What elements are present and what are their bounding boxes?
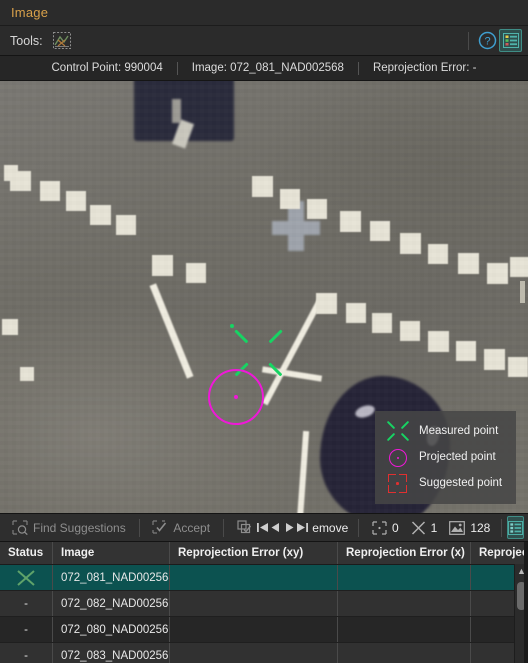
tools-label: Tools: [10, 33, 43, 48]
table-row[interactable]: 072_081_NAD002568 [0, 565, 528, 591]
column-header-status[interactable]: Status [0, 542, 53, 564]
cell-xy [170, 591, 338, 616]
help-question-icon[interactable]: ? [476, 29, 499, 52]
column-header-reprojection-error-xy[interactable]: Reprojection Error (xy) [170, 542, 338, 564]
projected-point-icon [383, 445, 413, 469]
legend-item-suggested: Suggested point [383, 470, 508, 496]
cell-x [338, 565, 471, 590]
cell-image: 072_083_NAD002566 [53, 643, 170, 663]
projected-point-center [234, 395, 238, 399]
column-header-reprojection-error-x[interactable]: Reprojection Error (x) [338, 542, 471, 564]
table-row[interactable]: - 072_080_NAD002569 [0, 617, 528, 643]
suggested-point-icon [383, 471, 413, 495]
find-suggestions-label: Find Suggestions [33, 520, 126, 535]
bottombar-divider-3 [358, 518, 359, 537]
go-to-first-button[interactable] [256, 518, 269, 538]
suggested-count-value: 0 [391, 520, 399, 535]
legend-label-measured: Measured point [419, 425, 499, 437]
go-to-last-button[interactable] [296, 518, 309, 538]
legend-item-measured: Measured point [383, 418, 508, 444]
panel-right-edge [524, 542, 528, 663]
cell-status: - [0, 617, 53, 642]
cell-image: 072_081_NAD002568 [53, 565, 170, 590]
bottombar-divider-2 [223, 518, 224, 537]
cell-status: - [0, 591, 53, 616]
cell-image: 072_080_NAD002569 [53, 617, 170, 642]
svg-text:?: ? [484, 36, 490, 48]
cell-status: - [0, 643, 53, 663]
page-title: Image [11, 5, 49, 20]
cell-image: 072_082_NAD002567 [53, 591, 170, 616]
legend-item-projected: Projected point [383, 444, 508, 470]
table-header-row: Status Image Reprojection Error (xy) Rep… [0, 542, 528, 565]
suggested-count-icon [372, 520, 387, 535]
image-measurements-table: Status Image Reprojection Error (xy) Rep… [0, 542, 528, 663]
image-count-value: 128 [470, 520, 491, 535]
cell-xy [170, 643, 338, 663]
panel-title-bar: Image [0, 0, 528, 26]
legend-label-projected: Projected point [419, 451, 496, 463]
projected-point-marker[interactable] [208, 369, 264, 425]
tools-toolbar: Tools: ? [0, 26, 528, 56]
remove-icon [237, 519, 251, 533]
image-viewport[interactable]: Measured point Projected point Suggested… [0, 81, 528, 514]
bottombar-divider-1 [138, 518, 140, 537]
point-legend: Measured point Projected point Suggested… [375, 411, 516, 504]
reprojection-error-info: Reprojection Error: - [372, 62, 477, 74]
measured-point-icon [383, 419, 413, 443]
cell-status [0, 565, 53, 590]
cell-x [338, 617, 471, 642]
point-info-bar: Control Point: 990004 Image: 072_081_NAD… [0, 56, 528, 81]
measured-count-icon [411, 520, 425, 535]
cell-x [338, 591, 471, 616]
viewport-scroll-indicator[interactable] [520, 281, 525, 303]
image-panel: Image Tools: ? Control Point: 990004 Ima… [0, 0, 528, 663]
table-row[interactable]: - 072_082_NAD002567 [0, 591, 528, 617]
cell-xy [170, 565, 338, 590]
measured-x-icon [17, 569, 35, 586]
measure-point-tool-icon[interactable] [50, 30, 74, 52]
accept-label: Accept [173, 520, 211, 535]
remove-button[interactable] [231, 517, 256, 539]
measured-point-center [230, 324, 234, 328]
measured-count: 1 [405, 521, 444, 535]
image-count: 128 [443, 521, 496, 535]
control-point-info: Control Point: 990004 [51, 62, 163, 74]
find-suggestions-icon [12, 520, 28, 535]
list-view-icon[interactable] [499, 29, 522, 52]
bottombar-divider-4 [501, 518, 502, 537]
toolbar-divider [468, 31, 469, 50]
cell-xy [170, 617, 338, 642]
remove-label: emove [312, 520, 349, 535]
image-count-icon [449, 520, 466, 535]
find-suggestions-button[interactable]: Find Suggestions [6, 517, 132, 539]
accept-button[interactable]: Accept [146, 517, 216, 539]
point-actions-toolbar: Find Suggestions Accept emove 0 1 128 [0, 514, 528, 542]
go-to-next-button[interactable] [282, 518, 295, 538]
column-header-reprojection[interactable]: Reprojection [471, 542, 528, 564]
suggested-count: 0 [366, 521, 405, 535]
measured-count-value: 1 [430, 520, 438, 535]
legend-label-suggested: Suggested point [419, 477, 503, 489]
cell-x [338, 643, 471, 663]
column-header-image[interactable]: Image [53, 542, 170, 564]
accept-icon [152, 520, 167, 534]
image-name-info: Image: 072_081_NAD002568 [191, 62, 344, 74]
go-to-previous-button[interactable] [269, 518, 282, 538]
list-view-icon-bottom[interactable] [506, 516, 524, 539]
table-row[interactable]: - 072_083_NAD002566 [0, 643, 528, 663]
aerial-image: Measured point Projected point Suggested… [0, 81, 528, 513]
